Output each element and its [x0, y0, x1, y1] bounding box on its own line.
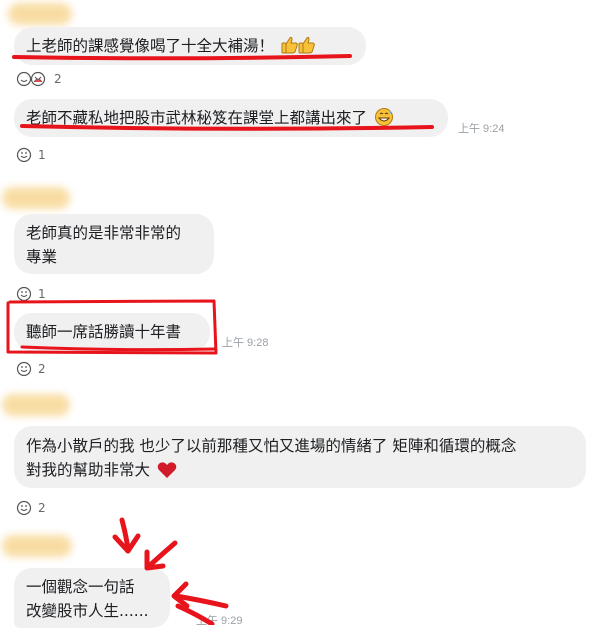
- reaction-count: 2: [38, 362, 46, 376]
- message-text-line: 對我的幫助非常大: [26, 461, 151, 479]
- red-arrow: [144, 540, 178, 571]
- reaction-summary[interactable]: 1: [16, 286, 46, 302]
- reaction-summary[interactable]: 2: [16, 500, 46, 516]
- heart-icon: [157, 461, 177, 486]
- reaction-emoji-icon: [16, 147, 32, 163]
- message-bubble[interactable]: 老師真的是非常非常的 專業: [14, 214, 214, 274]
- red-arrow: [112, 517, 141, 554]
- reaction-summary[interactable]: 2: [16, 71, 62, 87]
- message-timestamp: 上午 9:24: [458, 123, 505, 135]
- message-text-line: 一個觀念一句話: [26, 578, 135, 596]
- red-arrow: [171, 581, 229, 609]
- reaction-emoji-icon: [16, 71, 46, 87]
- message-bubble[interactable]: 老師不藏私地把股市武林秘笈在課堂上都講出來了: [14, 99, 448, 137]
- message-timestamp: 上午 9:28: [222, 337, 269, 349]
- reaction-count: 1: [38, 287, 46, 301]
- message-bubble[interactable]: 聽師一席話勝讀十年書: [14, 313, 210, 351]
- sender-name-redacted: [2, 535, 72, 557]
- reaction-emoji-icon: [16, 286, 32, 302]
- thumbs-up-icon: [281, 35, 315, 62]
- reaction-count: 2: [38, 501, 46, 515]
- message-bubble[interactable]: 上老師的課感覺像喝了十全大補湯！: [14, 27, 366, 65]
- message-text-line: 作為小散戶的我 也少了以前那種又怕又進場的情緒了 矩陣和循環的概念: [26, 437, 517, 455]
- reaction-emoji-icon: [16, 500, 32, 516]
- reaction-summary[interactable]: 1: [16, 147, 46, 163]
- reaction-summary[interactable]: 2: [16, 361, 46, 377]
- message-text-line: 老師真的是非常非常的: [26, 224, 182, 242]
- reaction-emoji-icon: [16, 361, 32, 377]
- reaction-count: 1: [38, 148, 46, 162]
- sender-name-redacted: [2, 394, 70, 416]
- message-timestamp: 上午 9:29: [196, 615, 243, 627]
- message-bubble[interactable]: 作為小散戶的我 也少了以前那種又怕又進場的情緒了 矩陣和循環的概念 對我的幫助非…: [14, 426, 586, 488]
- message-text: 聽師一席話勝讀十年書: [26, 323, 182, 341]
- message-text: 老師不藏私地把股市武林秘笈在課堂上都講出來了: [26, 109, 368, 127]
- message-bubble[interactable]: 一個觀念一句話 改變股市人生......: [14, 568, 170, 628]
- reaction-count: 2: [54, 72, 62, 86]
- grinning-sweat-emoji-icon: [374, 107, 394, 134]
- message-text-line: 專業: [26, 248, 58, 266]
- message-text-line: 改變股市人生......: [26, 602, 149, 620]
- sender-name-redacted: [2, 187, 70, 209]
- sender-name-redacted: [8, 3, 72, 25]
- message-text: 上老師的課感覺像喝了十全大補湯！: [26, 37, 275, 55]
